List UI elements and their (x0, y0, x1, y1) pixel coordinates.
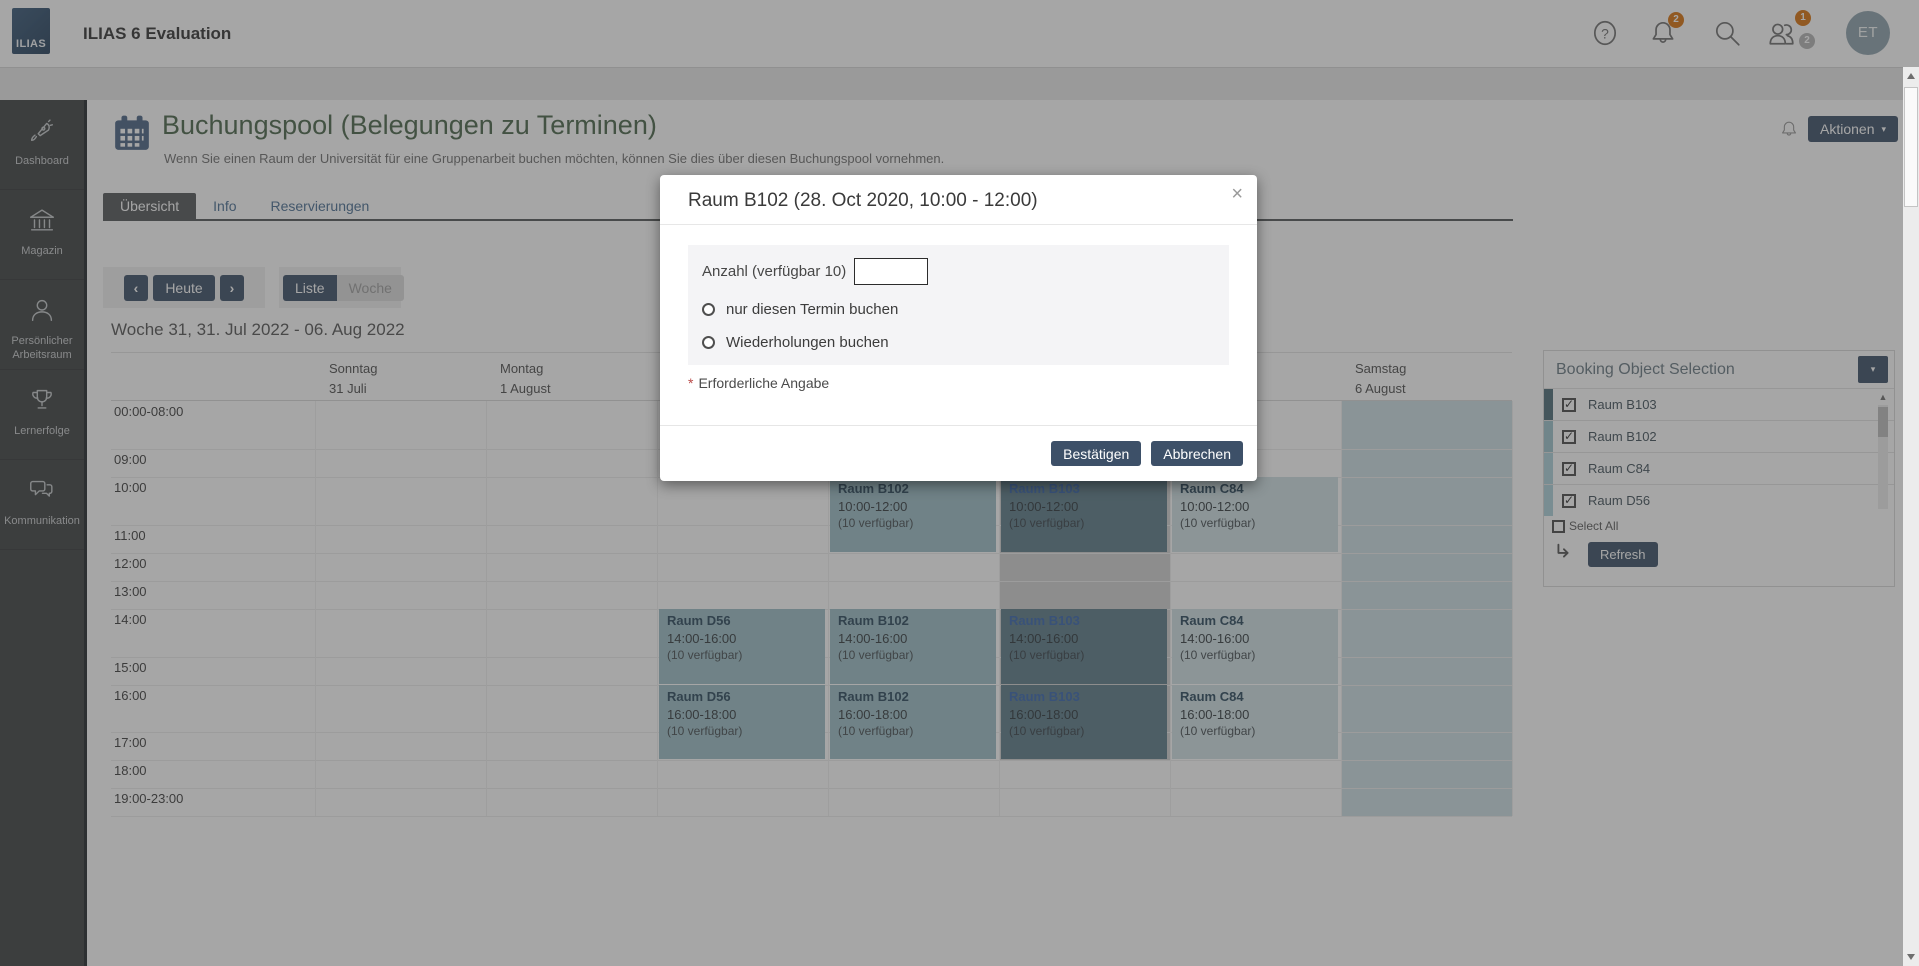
required-note: * Erforderliche Angabe (688, 375, 829, 391)
required-asterisk: * (688, 375, 693, 391)
radio-recurring-label: Wiederholungen buchen (726, 334, 889, 351)
modal-footer: Bestätigen Abbrechen (660, 425, 1257, 481)
amount-row: Anzahl (verfügbar 10) (702, 258, 1215, 285)
required-note-text: Erforderliche Angabe (698, 375, 829, 391)
radio-recurring-booking[interactable] (702, 336, 715, 349)
amount-input[interactable] (854, 258, 928, 285)
ilias-app: ILIAS ILIAS 6 Evaluation ? 2 1 2 ET Dash… (0, 0, 1919, 966)
modal-header: Raum B102 (28. Oct 2020, 10:00 - 12:00) … (660, 175, 1257, 225)
cancel-button[interactable]: Abbrechen (1151, 441, 1243, 466)
scroll-up-icon[interactable] (1907, 73, 1915, 79)
radio-single-label: nur diesen Termin buchen (726, 301, 898, 318)
modal-title: Raum B102 (28. Oct 2020, 10:00 - 12:00) (688, 190, 1038, 212)
amount-label: Anzahl (verfügbar 10) (702, 263, 846, 280)
booking-form: Anzahl (verfügbar 10) nur diesen Termin … (688, 245, 1229, 365)
close-icon[interactable]: × (1231, 183, 1243, 206)
scroll-thumb[interactable] (1904, 87, 1918, 207)
radio-single-booking[interactable] (702, 303, 715, 316)
booking-modal: Raum B102 (28. Oct 2020, 10:00 - 12:00) … (660, 175, 1257, 481)
modal-backdrop (0, 0, 1919, 966)
scroll-down-icon[interactable] (1907, 954, 1915, 960)
confirm-button[interactable]: Bestätigen (1051, 441, 1141, 466)
page-scrollbar[interactable] (1903, 67, 1919, 966)
radio-row-single: nur diesen Termin buchen (702, 301, 1215, 318)
radio-row-recurring: Wiederholungen buchen (702, 334, 1215, 351)
